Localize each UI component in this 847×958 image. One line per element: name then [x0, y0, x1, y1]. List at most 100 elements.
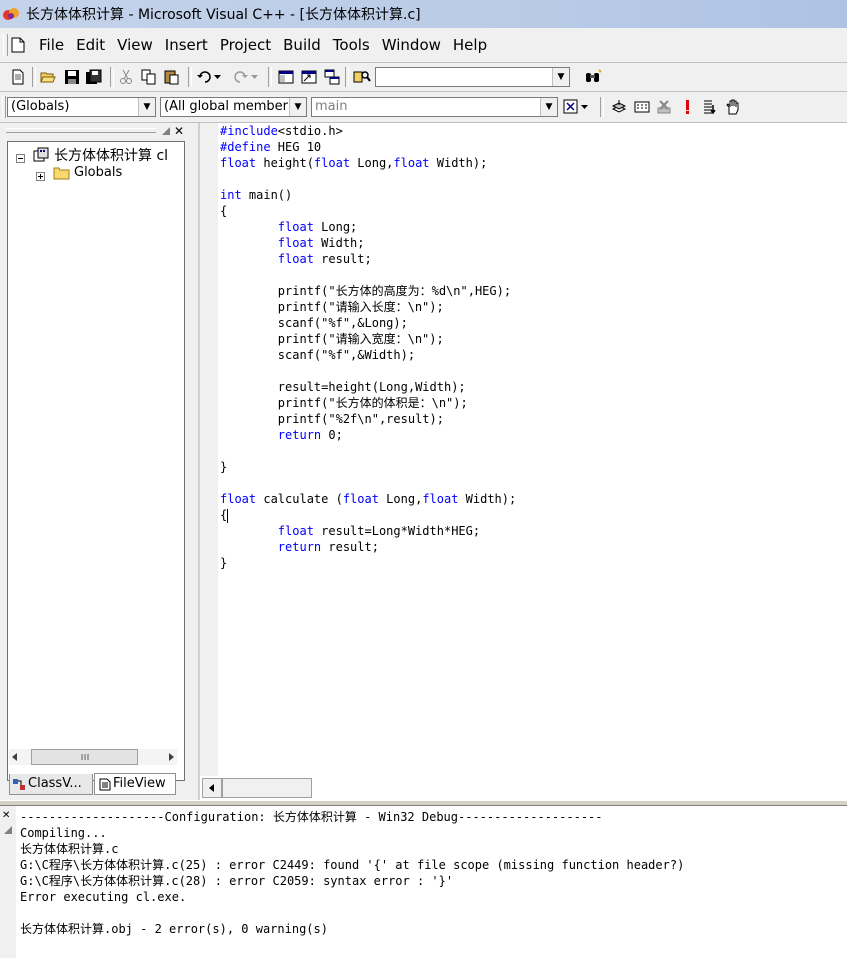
code-line[interactable]: #include<stdio.h>	[220, 123, 516, 139]
code-line[interactable]: return result;	[220, 539, 516, 555]
chevron-down-icon[interactable]: ▼	[289, 98, 306, 116]
code-line[interactable]: printf("请输入长度：\n");	[220, 299, 516, 315]
code-line[interactable]: scanf("%f",&Width);	[220, 347, 516, 363]
save-all-icon[interactable]	[84, 67, 104, 87]
redo-dropdown-icon[interactable]	[250, 67, 260, 87]
build-icon[interactable]	[632, 97, 652, 117]
code-line[interactable]: float height(float Long,float Width);	[220, 155, 516, 171]
menu-edit[interactable]: Edit	[74, 34, 107, 56]
chevron-down-icon[interactable]: ▼	[540, 98, 557, 116]
code-line[interactable]	[220, 363, 516, 379]
wizardbar-actions-dropdown-icon[interactable]	[580, 97, 590, 117]
find-binoculars-icon[interactable]	[583, 67, 603, 87]
code-line[interactable]: {	[220, 507, 516, 523]
code-line[interactable]: printf("请输入宽度：\n");	[220, 331, 516, 347]
wizardbar-grip[interactable]	[2, 96, 6, 118]
scroll-track[interactable]	[222, 778, 312, 798]
code-line[interactable]: return 0;	[220, 427, 516, 443]
code-line[interactable]: {	[220, 203, 516, 219]
code-line[interactable]: float Long;	[220, 219, 516, 235]
code-line[interactable]: float result;	[220, 251, 516, 267]
source-editor[interactable]: #include<stdio.h> #define HEG 10 float hei…	[200, 123, 847, 800]
output-line[interactable]: --------------------Configuration: 长方体体积…	[20, 809, 684, 825]
tree-expander-collapse-icon[interactable]	[16, 151, 25, 167]
code-line[interactable]: }	[220, 555, 516, 571]
code-line[interactable]: printf("长方体的体积是：\n");	[220, 395, 516, 411]
undo-icon[interactable]	[195, 67, 215, 87]
class-combo[interactable]: (Globals) ▼	[7, 97, 156, 117]
output-window-icon[interactable]	[299, 67, 319, 87]
tab-fileview[interactable]: FileView	[94, 773, 176, 795]
code-line[interactable]: int main()	[220, 187, 516, 203]
member-combo[interactable]: main ▼	[311, 97, 558, 117]
stop-build-icon[interactable]	[654, 97, 674, 117]
cut-icon[interactable]	[116, 67, 136, 87]
code-line[interactable]: scanf("%f",&Long);	[220, 315, 516, 331]
workspace-icon[interactable]	[276, 67, 296, 87]
maximize-pane-icon[interactable]	[160, 125, 172, 140]
close-pane-icon[interactable]: ✕	[174, 124, 184, 138]
output-line[interactable]	[20, 905, 684, 921]
visual-cpp-app-icon[interactable]	[2, 6, 20, 22]
code-line[interactable]: float result=Long*Width*HEG;	[220, 523, 516, 539]
menu-insert[interactable]: Insert	[163, 34, 210, 56]
menu-project[interactable]: Project	[218, 34, 273, 56]
code-line[interactable]: printf("%2f\n",result);	[220, 411, 516, 427]
scroll-right-arrow-icon[interactable]	[167, 751, 175, 765]
filter-combo[interactable]: (All global member ▼	[160, 97, 307, 117]
new-text-file-icon[interactable]	[8, 67, 28, 87]
scroll-left-arrow-icon[interactable]	[202, 778, 222, 798]
insert-breakpoint-hand-icon[interactable]	[723, 97, 743, 117]
close-pane-icon[interactable]: ✕	[2, 810, 10, 821]
editor-horizontal-scrollbar[interactable]	[202, 778, 312, 798]
output-line[interactable]: 长方体体积计算.c	[20, 841, 684, 857]
find-in-files-icon[interactable]	[352, 67, 372, 87]
paste-icon[interactable]	[162, 67, 182, 87]
scroll-left-arrow-icon[interactable]	[11, 751, 19, 765]
redo-icon[interactable]	[230, 67, 250, 87]
menu-window[interactable]: Window	[380, 34, 443, 56]
chevron-down-icon[interactable]: ▼	[138, 98, 155, 116]
menu-help[interactable]: Help	[451, 34, 489, 56]
chevron-down-icon[interactable]: ▼	[552, 68, 569, 86]
find-combo[interactable]: ▼	[375, 67, 570, 87]
code-line[interactable]	[220, 443, 516, 459]
tab-classview[interactable]: ClassV...	[9, 774, 93, 795]
output-line[interactable]: G:\C程序\长方体体积计算.c(28) : error C2059: synt…	[20, 873, 684, 889]
open-folder-icon[interactable]	[38, 67, 58, 87]
editor-selection-margin[interactable]	[200, 123, 218, 776]
document-icon[interactable]	[11, 37, 25, 53]
tree-node-project[interactable]: 长方体体积计算 cl	[54, 145, 168, 165]
code-line[interactable]	[220, 475, 516, 491]
docking-grip[interactable]	[6, 128, 156, 133]
tree-expander-expand-icon[interactable]	[36, 169, 45, 185]
copy-icon[interactable]	[139, 67, 159, 87]
menu-grip[interactable]	[3, 34, 8, 56]
compile-icon[interactable]	[609, 97, 629, 117]
output-line[interactable]: 长方体体积计算.obj - 2 error(s), 0 warning(s)	[20, 921, 684, 937]
code-line[interactable]: printf("长方体的高度为：%d\n",HEG);	[220, 283, 516, 299]
code-line[interactable]: float Width;	[220, 235, 516, 251]
execute-icon[interactable]	[677, 97, 697, 117]
code-line[interactable]	[220, 171, 516, 187]
menu-view[interactable]: View	[115, 34, 155, 56]
code-line[interactable]: #define HEG 10	[220, 139, 516, 155]
code-line[interactable]: result=height(Long,Width);	[220, 379, 516, 395]
code-line[interactable]: }	[220, 459, 516, 475]
output-line[interactable]: Compiling...	[20, 825, 684, 841]
workspace-horizontal-scrollbar[interactable]	[9, 749, 177, 765]
code-line[interactable]: float calculate (float Long,float Width)…	[220, 491, 516, 507]
menu-build[interactable]: Build	[281, 34, 323, 56]
output-line[interactable]: Error executing cl.exe.	[20, 889, 684, 905]
menu-tools[interactable]: Tools	[331, 34, 372, 56]
code-line[interactable]	[220, 267, 516, 283]
go-icon[interactable]	[700, 97, 720, 117]
code-text[interactable]: #include<stdio.h> #define HEG 10 float hei…	[220, 123, 516, 571]
output-line[interactable]: G:\C程序\长方体体积计算.c(25) : error C2449: foun…	[20, 857, 684, 873]
scroll-thumb[interactable]	[31, 749, 138, 765]
save-icon[interactable]	[62, 67, 82, 87]
maximize-pane-icon[interactable]	[3, 824, 13, 838]
menu-file[interactable]: File	[37, 34, 66, 56]
undo-dropdown-icon[interactable]	[213, 67, 223, 87]
tree-node-globals[interactable]: Globals	[74, 165, 122, 180]
